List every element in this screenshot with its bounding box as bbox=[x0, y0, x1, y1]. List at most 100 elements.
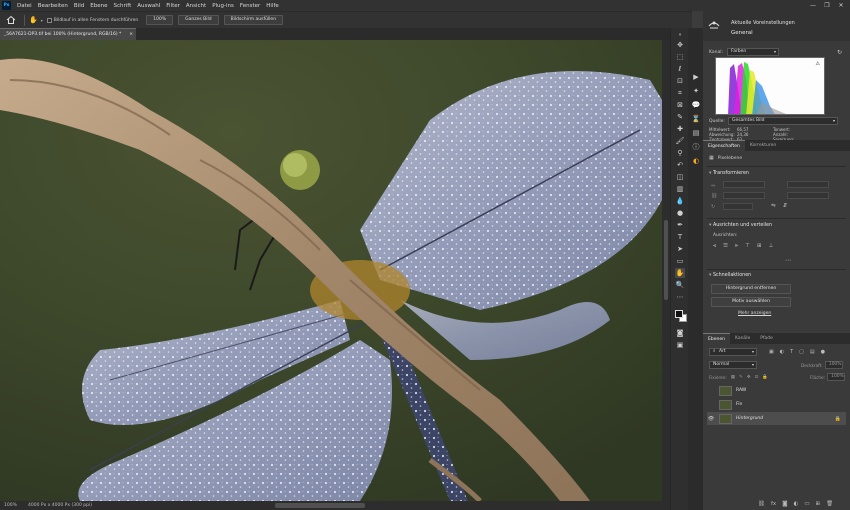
align-right-icon[interactable]: ⫸ bbox=[735, 243, 738, 250]
warning-icon[interactable]: ⚠ bbox=[816, 61, 820, 67]
zoom-100-button[interactable]: 100% bbox=[146, 15, 174, 25]
photoshop-logo-icon[interactable]: Ps bbox=[2, 1, 11, 10]
channel-select[interactable]: Farben ▾ bbox=[727, 48, 780, 56]
comments-icon[interactable]: 💬 bbox=[691, 100, 701, 110]
quick-mask-icon[interactable]: ◙ bbox=[675, 328, 685, 338]
canvas-vertical-scrollbar[interactable] bbox=[662, 40, 670, 501]
minimize-button[interactable]: — bbox=[806, 0, 820, 11]
transform-angle-field[interactable] bbox=[723, 203, 753, 210]
fill-screen-button[interactable]: Bildschirm ausfüllen bbox=[223, 15, 284, 25]
brush-tool-icon[interactable]: 🖌 bbox=[675, 136, 685, 146]
spot-healing-tool-icon[interactable]: ✚ bbox=[675, 124, 685, 134]
more-options-icon[interactable]: ⋯ bbox=[785, 257, 791, 264]
filter-toggle-icon[interactable]: ● bbox=[821, 349, 825, 355]
adjustment-layer-icon[interactable]: ◐ bbox=[794, 501, 799, 507]
layer-filter-select[interactable]: ⌕ Art ▾ bbox=[709, 348, 757, 356]
delete-layer-icon[interactable]: 🗑 bbox=[826, 501, 833, 507]
transform-height-field[interactable] bbox=[723, 192, 765, 199]
new-group-icon[interactable]: ▭ bbox=[804, 501, 809, 507]
eye-icon[interactable]: 👁 bbox=[707, 416, 715, 422]
lock-artboard-icon[interactable]: ⊡ bbox=[755, 375, 759, 380]
tab-properties[interactable]: Eigenschaften bbox=[703, 140, 745, 151]
chain-link-icon[interactable]: ⛓ bbox=[711, 193, 717, 199]
tab-layers[interactable]: Ebenen bbox=[703, 333, 730, 344]
image-canvas[interactable] bbox=[0, 40, 662, 501]
lock-icon[interactable]: 🔒 bbox=[835, 416, 841, 422]
gradient-tool-icon[interactable]: ▥ bbox=[675, 184, 685, 194]
object-select-tool-icon[interactable]: ⊡ bbox=[675, 76, 685, 86]
layer-style-icon[interactable]: fx bbox=[771, 501, 776, 507]
width-link-icon[interactable]: ⇔ bbox=[711, 183, 715, 189]
opacity-field[interactable]: 100% bbox=[824, 361, 843, 369]
maximize-button[interactable]: ❐ bbox=[820, 0, 834, 11]
more-tools-icon[interactable]: ⋯ bbox=[675, 292, 685, 302]
source-select[interactable]: Gesamtes Bild ▾ bbox=[727, 117, 838, 125]
fill-field[interactable]: 100% bbox=[827, 373, 846, 381]
blend-mode-select[interactable]: Normal ▾ bbox=[709, 361, 757, 369]
marquee-tool-icon[interactable]: ⬚ bbox=[675, 52, 685, 62]
info-icon[interactable]: ⓘ bbox=[691, 142, 701, 152]
lock-all-icon[interactable]: 🔒 bbox=[762, 375, 768, 380]
menu-datei[interactable]: Datei bbox=[14, 3, 35, 9]
scroll-all-checkbox[interactable] bbox=[46, 17, 52, 23]
transform-y-field[interactable] bbox=[787, 192, 829, 199]
toolbar-collapse-icon[interactable]: » bbox=[675, 30, 685, 40]
menu-plugins[interactable]: Plug-ins bbox=[209, 3, 237, 9]
horizontal-scroll-thumb[interactable] bbox=[275, 503, 365, 508]
menu-fenster[interactable]: Fenster bbox=[237, 3, 263, 9]
menu-hilfe[interactable]: Hilfe bbox=[263, 3, 282, 9]
filter-adjustment-icon[interactable]: ◐ bbox=[780, 349, 784, 355]
align-center-v-icon[interactable]: ⊞ bbox=[757, 243, 762, 250]
add-mask-icon[interactable]: ◙ bbox=[782, 501, 787, 507]
quick-actions-title[interactable]: Schnellaktionen bbox=[709, 273, 751, 278]
align-center-h-icon[interactable]: ☰ bbox=[723, 243, 728, 250]
menu-auswahl[interactable]: Auswahl bbox=[134, 3, 163, 9]
hand-tool-icon[interactable]: ✋ bbox=[675, 268, 685, 278]
flip-horizontal-icon[interactable]: ⇋ bbox=[771, 203, 776, 209]
transform-section-title[interactable]: Transformieren bbox=[709, 171, 749, 176]
lasso-tool-icon[interactable]: ℓ bbox=[675, 64, 685, 74]
history-brush-tool-icon[interactable]: ↶ bbox=[675, 160, 685, 170]
layer-row-raw[interactable]: RAW bbox=[707, 384, 846, 397]
ai-icon[interactable]: ✦ bbox=[691, 86, 701, 96]
pen-tool-icon[interactable]: ✒ bbox=[675, 220, 685, 230]
layer-row-hintergrund[interactable]: 👁 Hintergrund 🔒 bbox=[707, 412, 846, 425]
close-window-button[interactable]: ✕ bbox=[834, 0, 848, 11]
tab-channels[interactable]: Kanäle bbox=[730, 333, 755, 344]
hand-tool-icon[interactable]: ✋ bbox=[29, 16, 38, 24]
foreground-color-swatch[interactable] bbox=[675, 310, 683, 318]
frame-tool-icon[interactable]: ⊠ bbox=[675, 100, 685, 110]
align-section-title[interactable]: Ausrichten und verteilen bbox=[709, 223, 772, 228]
new-layer-icon[interactable]: ⊞ bbox=[816, 501, 821, 507]
close-tab-icon[interactable]: × bbox=[129, 29, 133, 40]
fit-screen-button[interactable]: Ganzes Bild bbox=[178, 15, 219, 25]
zoom-tool-icon[interactable]: 🔍 bbox=[675, 280, 685, 290]
discover-icon[interactable] bbox=[707, 17, 721, 31]
menu-schrift[interactable]: Schrift bbox=[110, 3, 134, 9]
eyedropper-tool-icon[interactable]: ✎ bbox=[675, 112, 685, 122]
transform-width-field[interactable] bbox=[723, 181, 765, 188]
lock-position-icon[interactable]: ✥ bbox=[747, 375, 751, 380]
vertical-scroll-thumb[interactable] bbox=[664, 220, 668, 300]
menu-ansicht[interactable]: Ansicht bbox=[183, 3, 209, 9]
align-top-icon[interactable]: ⊤ bbox=[745, 243, 750, 250]
clone-stamp-tool-icon[interactable]: ⚲ bbox=[675, 148, 685, 158]
show-more-link[interactable]: Mehr anzeigen bbox=[738, 311, 771, 316]
menu-bild[interactable]: Bild bbox=[71, 3, 87, 9]
history-icon[interactable]: ⌛ bbox=[691, 114, 701, 124]
move-tool-icon[interactable]: ✥ bbox=[675, 40, 685, 50]
remove-background-button[interactable]: Hintergrund entfernen bbox=[711, 284, 791, 294]
eraser-tool-icon[interactable]: ◫ bbox=[675, 172, 685, 182]
menu-bearbeiten[interactable]: Bearbeiten bbox=[35, 3, 71, 9]
status-zoom[interactable]: 100% bbox=[4, 503, 28, 508]
link-layers-icon[interactable]: ⛓ bbox=[758, 501, 765, 507]
tab-paths[interactable]: Pfade bbox=[755, 333, 778, 344]
flip-vertical-icon[interactable]: ⇵ bbox=[783, 203, 788, 209]
align-bottom-icon[interactable]: ⊥ bbox=[769, 243, 774, 250]
layer-row-fin[interactable]: Fin bbox=[707, 398, 846, 411]
swatches-icon[interactable]: ◐ bbox=[691, 156, 701, 166]
screen-mode-icon[interactable]: ▣ bbox=[675, 340, 685, 350]
type-tool-icon[interactable]: T bbox=[675, 232, 685, 242]
rectangle-tool-icon[interactable]: ▭ bbox=[675, 256, 685, 266]
filter-smart-object-icon[interactable]: ▤ bbox=[810, 349, 815, 355]
